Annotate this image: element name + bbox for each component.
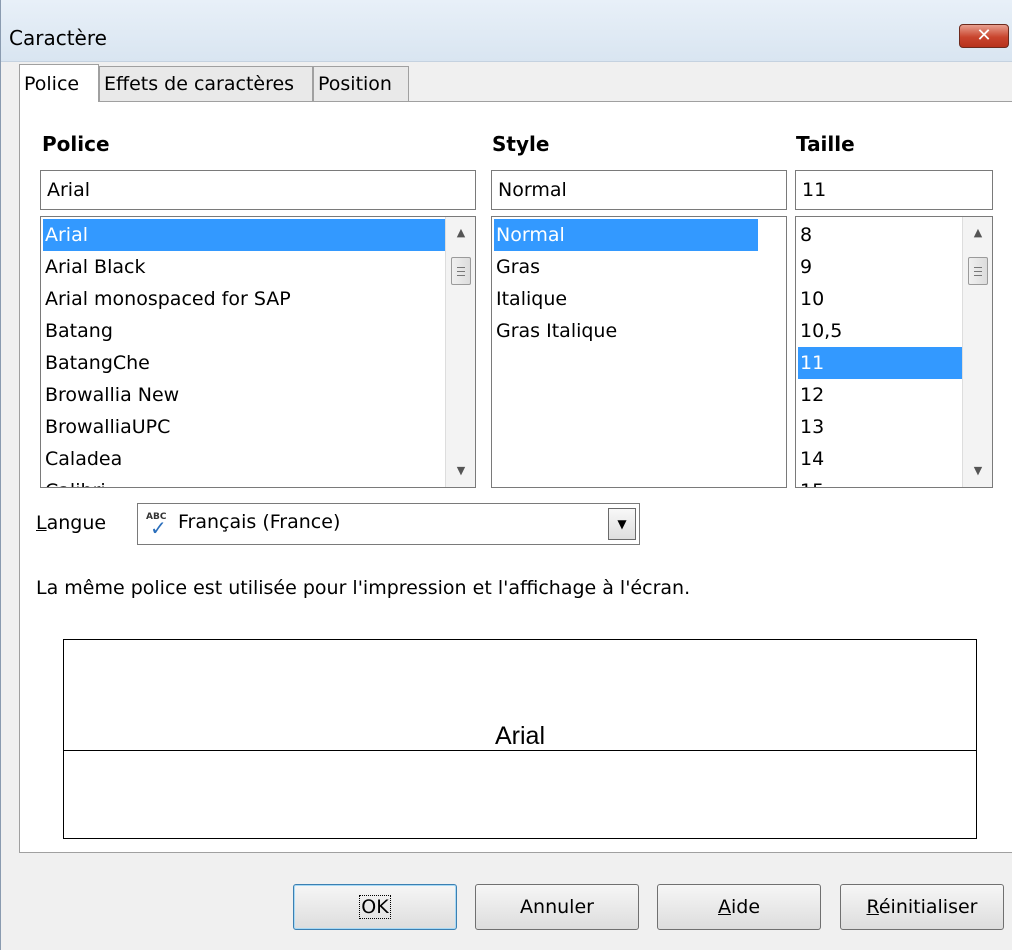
tab-effets-caracteres[interactable]: Effets de caractères — [99, 66, 313, 102]
window-title: Caractère — [9, 26, 107, 50]
list-item[interactable]: 9 — [798, 251, 962, 283]
size-list[interactable]: 891010,51112131415 ▲ ▼ — [795, 216, 993, 488]
scroll-thumb[interactable] — [968, 257, 988, 285]
list-item[interactable]: Caladea — [43, 443, 445, 475]
style-input[interactable]: Normal — [491, 170, 787, 210]
list-item[interactable]: Calibri — [43, 475, 445, 487]
list-item[interactable]: 11 — [798, 347, 962, 379]
list-item[interactable]: Browallia New — [43, 379, 445, 411]
list-item[interactable]: 10,5 — [798, 315, 962, 347]
list-item[interactable]: Arial — [43, 219, 445, 251]
tab-police[interactable]: Police — [19, 64, 99, 102]
font-list[interactable]: Arial Arial Black Arial monospaced for SAP… — [40, 216, 476, 488]
spellcheck-abc-icon: ABC ✓ — [146, 512, 167, 540]
list-item[interactable]: Arial monospaced for SAP — [43, 283, 445, 315]
scroll-thumb[interactable] — [451, 257, 471, 285]
chevron-down-icon[interactable]: ▼ — [608, 508, 636, 540]
list-item[interactable]: 15 — [798, 475, 962, 487]
scroll-up-icon[interactable]: ▲ — [963, 221, 992, 245]
font-input[interactable]: Arial — [40, 170, 476, 210]
scroll-up-icon[interactable]: ▲ — [446, 221, 475, 245]
scroll-down-icon[interactable]: ▼ — [963, 459, 992, 483]
list-item[interactable]: Batang — [43, 315, 445, 347]
title-bar: Caractère ✕ — [1, 0, 1012, 62]
style-label: Style — [492, 132, 550, 156]
list-item[interactable]: 12 — [798, 379, 962, 411]
list-item[interactable]: Arial Black — [43, 251, 445, 283]
list-item[interactable]: Italique — [494, 283, 758, 315]
language-select[interactable]: ABC ✓ Français (France) ▼ — [137, 503, 640, 545]
list-item[interactable]: Normal — [494, 219, 758, 251]
language-value: Français (France) — [178, 511, 341, 533]
preview-text: Arial — [492, 722, 547, 750]
list-item[interactable]: BatangChe — [43, 347, 445, 379]
tab-panel: Police Arial Arial Arial Black Arial monos… — [19, 101, 1012, 853]
size-input[interactable]: 11 — [795, 170, 993, 210]
size-label: Taille — [796, 132, 855, 156]
list-item[interactable]: Gras — [494, 251, 758, 283]
close-icon: ✕ — [976, 25, 992, 46]
cancel-button[interactable]: Annuler — [475, 884, 639, 930]
list-item[interactable]: 8 — [798, 219, 962, 251]
scroll-down-icon[interactable]: ▼ — [446, 459, 475, 483]
style-list[interactable]: Normal Gras Italique Gras Italique — [491, 216, 787, 488]
tab-position[interactable]: Position — [313, 66, 409, 102]
list-item[interactable]: 13 — [798, 411, 962, 443]
character-dialog: Caractère ✕ Police Effets de caractères … — [0, 0, 1012, 950]
reset-button[interactable]: Réinitialiser — [840, 884, 1004, 930]
size-list-scrollbar[interactable]: ▲ ▼ — [962, 217, 992, 487]
list-item[interactable]: 10 — [798, 283, 962, 315]
ok-button[interactable]: OK — [293, 884, 457, 930]
font-label: Police — [42, 132, 110, 156]
list-item[interactable]: BrowalliaUPC — [43, 411, 445, 443]
list-item[interactable]: 14 — [798, 443, 962, 475]
list-item[interactable]: Gras Italique — [494, 315, 758, 347]
font-list-scrollbar[interactable]: ▲ ▼ — [445, 217, 475, 487]
font-preview: Arial — [63, 639, 977, 839]
language-label: Langue — [36, 512, 107, 534]
close-button[interactable]: ✕ — [959, 24, 1009, 48]
help-button[interactable]: Aide — [657, 884, 821, 930]
info-text: La même police est utilisée pour l'impre… — [36, 577, 691, 599]
